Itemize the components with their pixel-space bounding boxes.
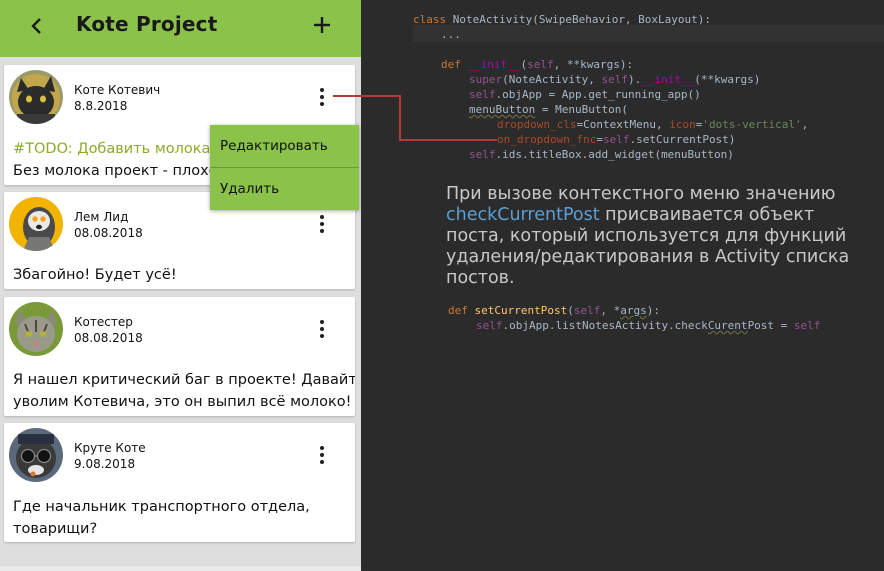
post-text-line: уволим Котевича, это он выпил всё молоко…	[13, 394, 352, 410]
code-line: ...	[441, 28, 461, 41]
post-text: Збагойно! Будет усё!	[13, 267, 177, 283]
menu-item-delete[interactable]: Удалить	[210, 168, 359, 210]
phone-screen: Kote Project Коте Котевич 8.8.2018 #TODO…	[0, 0, 361, 571]
code-line: self.objApp = App.get_running_app()	[469, 88, 701, 101]
code-line: on_dropdown_fnc=self.setCurrentPost)	[497, 133, 736, 146]
post-todo: #TODO: Добавить молока.	[13, 141, 216, 157]
black-cat-avatar	[9, 70, 63, 124]
app-toolbar: Kote Project	[0, 0, 361, 57]
post-author: Лем Лид	[74, 210, 129, 224]
code-line: super(NoteActivity, self).__init__(**kwa…	[469, 73, 761, 86]
code-line: dropdown_cls=ContextMenu, icon='dots-ver…	[497, 118, 809, 131]
code-line: def setCurrentPost(self, *args):	[448, 304, 660, 317]
post-text-line: Я нашел критический баг в проекте! Давай…	[13, 372, 355, 388]
post-author: Круте Коте	[74, 441, 146, 455]
back-arrow-icon[interactable]	[26, 12, 50, 40]
post-author: Котестер	[74, 315, 133, 329]
lemur-avatar	[9, 197, 63, 251]
code-line: self.ids.titleBox.add_widget(menuButton)	[469, 148, 734, 161]
cool-cat-avatar	[9, 428, 63, 482]
code-line: def __init__(self, **kwargs):	[441, 58, 634, 71]
post-date: 08.08.2018	[74, 226, 143, 240]
dots-vertical-icon[interactable]	[312, 88, 332, 110]
post-text-line: Где начальник транспортного отдела,	[13, 499, 310, 515]
current-line-highlight	[413, 25, 884, 42]
nav-bar-strip	[0, 566, 361, 571]
app-title: Kote Project	[76, 12, 218, 36]
dots-vertical-icon[interactable]	[312, 320, 332, 342]
post-text: Без молока проект - плохой	[13, 163, 228, 179]
plus-icon[interactable]	[310, 13, 334, 37]
post-card[interactable]: Котестер 08.08.2018 Я нашел критический …	[4, 297, 355, 416]
keyword-highlight: checkCurrentPost	[446, 205, 600, 225]
dots-vertical-icon[interactable]	[312, 446, 332, 468]
post-text-line: товарищи?	[13, 521, 98, 537]
menu-item-edit[interactable]: Редактировать	[210, 125, 359, 167]
tabby-cat-avatar	[9, 302, 63, 356]
post-card[interactable]: Круте Коте 9.08.2018 Где начальник транс…	[4, 423, 355, 542]
code-line: menuButton = MenuButton(	[469, 103, 628, 116]
post-date: 08.08.2018	[74, 331, 143, 345]
dots-vertical-icon[interactable]	[312, 215, 332, 237]
code-line: self.objApp.listNotesActivity.checkCuren…	[476, 319, 821, 332]
post-date: 9.08.2018	[74, 457, 136, 471]
context-menu: Редактировать Удалить	[210, 125, 359, 210]
post-author: Коте Котевич	[74, 83, 161, 97]
explanation-text: При вызове контекстного меню значению che…	[446, 184, 850, 288]
post-date: 8.8.2018	[74, 99, 128, 113]
code-line: class NoteActivity(SwipeBehavior, BoxLay…	[413, 13, 712, 26]
